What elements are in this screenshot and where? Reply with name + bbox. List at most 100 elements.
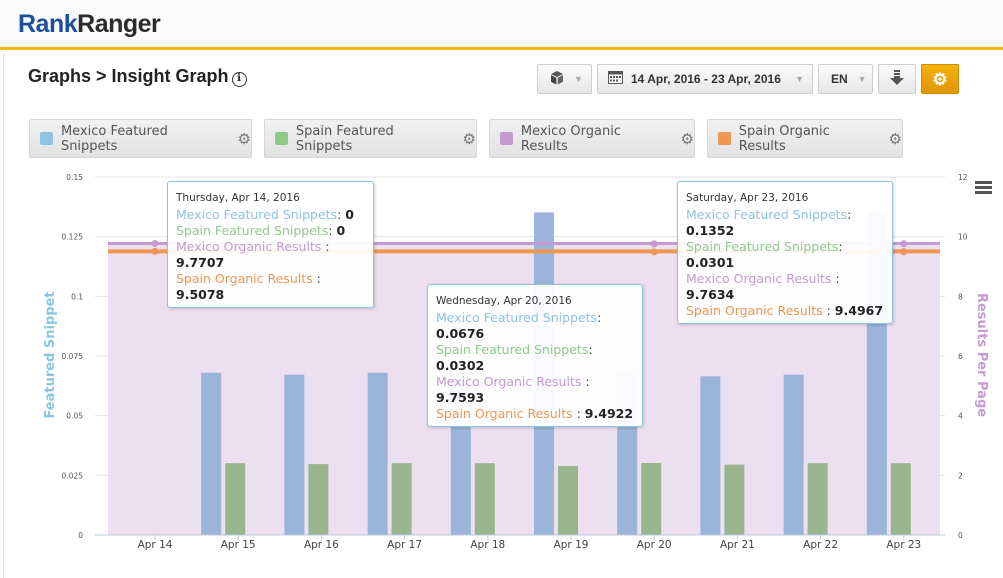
bar-mexico-featured-snippets: [201, 372, 222, 535]
rankranger-logo[interactable]: RankRanger: [18, 10, 161, 39]
settings-button[interactable]: ⚙: [921, 64, 959, 94]
chevron-down-icon: ▼: [857, 74, 867, 84]
app-header: RankRanger: [0, 0, 1003, 50]
date-range-value: 14 Apr, 2016 - 23 Apr, 2016: [631, 72, 781, 86]
tooltip-row: Mexico Featured Snippets: 0.1352: [686, 207, 852, 238]
tooltip-row: Spain Organic Results : 9.4922: [436, 406, 634, 421]
bar-spain-featured-snippets: [474, 463, 495, 535]
legend-item-spain-featured-snippets[interactable]: Spain Featured Snippets ⚙: [264, 119, 477, 158]
tooltip-label: Mexico Organic Results: [176, 239, 326, 254]
tooltip-row: Mexico Featured Snippets: 0.0676: [436, 310, 602, 341]
chevron-down-icon: ▼: [795, 74, 804, 84]
x-tick-label: Apr 21: [720, 539, 755, 551]
tooltip-row: Spain Organic Results : 9.4967: [686, 303, 884, 318]
calendar-icon: [608, 71, 623, 87]
gear-icon[interactable]: ⚙: [681, 130, 694, 148]
y-tick-label-left: 0.025: [62, 471, 84, 480]
legend-swatch: [40, 132, 53, 145]
point-mexico-organic-results: [900, 240, 908, 248]
tooltip-value: 0.1352: [686, 223, 735, 238]
chart-tooltip: Thursday, Apr 14, 2016 Mexico Featured Sn…: [167, 181, 374, 308]
y-tick-label-right: 4: [958, 412, 963, 421]
y-tick-label-right: 10: [958, 233, 968, 242]
tooltip-date: Wednesday, Apr 20, 2016: [436, 295, 572, 307]
tooltip-row: Spain Featured Snippets: 0: [176, 223, 346, 238]
bar-spain-featured-snippets: [558, 466, 578, 535]
gear-icon[interactable]: ⚙: [463, 130, 476, 148]
x-tick-label: Apr 20: [637, 539, 672, 551]
tooltip-label: Spain Featured Snippets: [436, 342, 589, 357]
chart-menu-icon[interactable]: [975, 181, 992, 195]
y-tick-label-left: 0: [78, 531, 83, 540]
bar-spain-featured-snippets: [807, 463, 828, 535]
chevron-down-icon: ▼: [574, 74, 583, 84]
legend-item-mexico-featured-snippets[interactable]: Mexico Featured Snippets ⚙: [29, 119, 252, 158]
tooltip-label: Spain Featured Snippets: [686, 239, 839, 254]
y-axis-title-right: Results Per Page: [974, 293, 989, 417]
download-icon: [890, 69, 904, 89]
x-tick-label: Apr 19: [554, 539, 589, 551]
bar-mexico-featured-snippets: [783, 374, 804, 535]
y-tick-label-right: 2: [958, 471, 963, 480]
tooltip-label: Mexico Organic Results: [436, 374, 586, 389]
chart-tooltip: Saturday, Apr 23, 2016 Mexico Featured Sn…: [677, 181, 893, 324]
tooltip-value: 9.5078: [176, 287, 225, 302]
tooltip-row: Mexico Organic Results : 9.7593: [436, 374, 590, 405]
language-value: EN: [831, 72, 848, 86]
tooltip-row: Spain Featured Snippets: 0.0302: [436, 342, 593, 373]
tooltip-value: 9.7707: [176, 255, 225, 270]
language-dropdown[interactable]: EN ▼: [818, 64, 873, 94]
tooltip-value: 0: [336, 223, 346, 238]
legend-swatch: [718, 132, 731, 145]
tooltip-label: Spain Organic Results: [176, 271, 317, 286]
legend-swatch: [500, 132, 513, 145]
download-button[interactable]: [878, 64, 916, 94]
tooltip-date: Thursday, Apr 14, 2016: [176, 192, 300, 204]
point-mexico-organic-results: [650, 240, 658, 248]
left-border: [0, 53, 4, 578]
y-tick-label-left: 0.075: [62, 352, 84, 361]
tooltip-value: 0.0301: [686, 255, 735, 270]
legend-item-mexico-organic-results[interactable]: Mexico Organic Results ⚙: [489, 119, 695, 158]
tooltip-value: 9.7634: [686, 287, 735, 302]
tooltip-row: Mexico Organic Results : 9.7634: [686, 271, 840, 302]
tooltip-value: 9.4967: [834, 303, 884, 318]
y-tick-label-left: 0.125: [62, 233, 84, 242]
y-axis-title-left: Featured Snippet: [43, 291, 58, 418]
y-tick-label-right: 8: [958, 292, 963, 301]
tooltip-label: Mexico Featured Snippets: [176, 207, 338, 222]
date-range-picker[interactable]: 14 Apr, 2016 - 23 Apr, 2016 ▼: [597, 64, 813, 94]
y-tick-label-right: 0: [958, 531, 963, 540]
cube-icon: [550, 70, 564, 88]
gear-icon[interactable]: ⚙: [238, 130, 251, 148]
x-tick-label: Apr 15: [221, 539, 256, 551]
chart-tooltip: Wednesday, Apr 20, 2016 Mexico Featured S…: [427, 284, 643, 427]
bar-spain-featured-snippets: [391, 463, 412, 535]
y-tick-label-left: 0.1: [71, 292, 83, 301]
bar-spain-featured-snippets: [724, 464, 745, 535]
bar-spain-featured-snippets: [225, 463, 246, 535]
tooltip-label: Spain Organic Results: [436, 406, 577, 421]
tooltip-value: 9.7593: [436, 390, 485, 405]
info-icon[interactable]: i: [231, 72, 247, 87]
tooltip-label: Mexico Organic Results: [686, 271, 836, 286]
bar-spain-featured-snippets: [890, 463, 911, 535]
tooltip-value: 0.0676: [436, 326, 485, 341]
view-dropdown[interactable]: ▼: [537, 64, 592, 94]
x-tick-label: Apr 14: [138, 539, 173, 551]
y-tick-label-right: 6: [958, 352, 963, 361]
x-tick-label: Apr 18: [470, 539, 505, 551]
bar-mexico-featured-snippets: [284, 374, 305, 535]
tooltip-label: Mexico Featured Snippets: [686, 207, 848, 222]
y-tick-label-left: 0.15: [66, 173, 83, 182]
tooltip-row: Mexico Featured Snippets: 0: [176, 207, 354, 222]
bar-spain-featured-snippets: [641, 462, 662, 535]
point-spain-organic-results: [900, 248, 908, 256]
tooltip-date: Saturday, Apr 23, 2016: [686, 192, 809, 204]
tooltip-label: Spain Organic Results: [686, 303, 827, 318]
gear-icon[interactable]: ⚙: [889, 130, 902, 148]
tooltip-value: 9.4922: [584, 406, 634, 421]
tooltip-row: Spain Organic Results : 9.5078: [176, 271, 321, 302]
legend-item-spain-organic-results[interactable]: Spain Organic Results ⚙: [707, 119, 903, 158]
bar-mexico-featured-snippets: [700, 376, 721, 535]
